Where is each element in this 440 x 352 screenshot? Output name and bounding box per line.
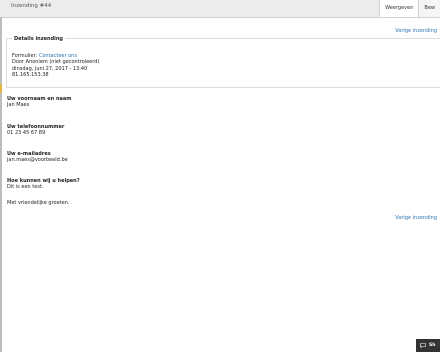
field-name: Uw voornaam en naam Jan Maes xyxy=(7,96,71,109)
page-title: Inzending #44 xyxy=(11,3,52,9)
page-header: Inzending #44 Weergeven Bew xyxy=(0,0,440,18)
details-meta: Formulier: Contacteer ons Door Anoniem (… xyxy=(12,53,99,78)
details-legend: Details inzending xyxy=(12,36,66,42)
left-edge-bar xyxy=(0,17,2,352)
field-value: jan.maes@voorbeeld.be xyxy=(7,157,68,164)
field-message: Hoe kunnen wij u helpen? Dit is een test… xyxy=(7,178,80,191)
field-phone: Uw telefoonnummer 01 23 45 67 89 xyxy=(7,124,64,137)
left-edge-marker xyxy=(0,84,2,93)
ip-line: 81.165.153.38 xyxy=(12,71,49,78)
date-line: dinsdag, juni 27, 2017 - 13:40 xyxy=(12,65,88,72)
tab-view[interactable]: Weergeven xyxy=(379,0,419,17)
form-prefix: Formulier: xyxy=(12,53,39,59)
field-value: Jan Maes xyxy=(7,102,30,109)
tab-bar: Weergeven Bew xyxy=(379,0,440,17)
field-value: 01 23 45 67 89 xyxy=(7,130,46,137)
field-value: Dit is een test. xyxy=(7,184,44,191)
submission-details: Details inzending Formulier: Contacteer … xyxy=(6,36,440,88)
tab-edit[interactable]: Bew xyxy=(418,0,440,17)
form-link[interactable]: Contacteer ons xyxy=(39,53,77,59)
field-email: Uw e-mailadres jan.maes@voorbeeld.be xyxy=(7,151,68,164)
previous-submission-link-bottom[interactable]: Vorige inzending xyxy=(395,215,437,221)
feedback-button[interactable]: Sh xyxy=(416,339,440,352)
previous-submission-link-top[interactable]: Vorige inzending xyxy=(395,28,437,34)
closing-text: Met vriendelijke groeten. xyxy=(7,200,70,206)
feedback-label: Sh xyxy=(429,343,436,348)
author-line: Door Anoniem (niet gecontroleerd) xyxy=(12,59,100,66)
chat-bubble-icon xyxy=(420,343,426,348)
